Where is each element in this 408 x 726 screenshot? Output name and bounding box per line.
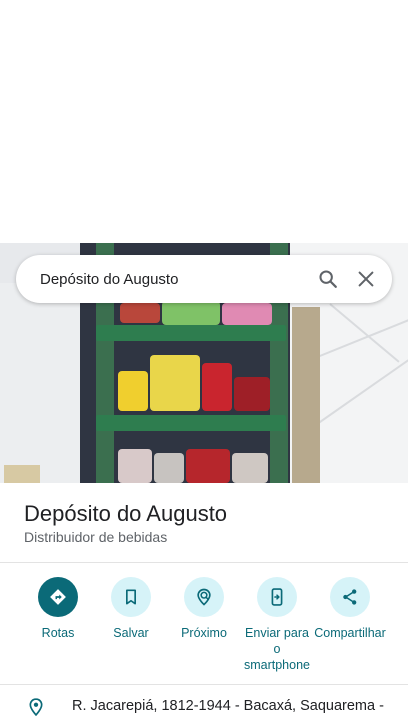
photo-shelf: [96, 415, 286, 431]
nearby-icon: [184, 577, 224, 617]
photo-product: [118, 371, 148, 411]
share-icon: [330, 577, 370, 617]
share-label: Compartilhar: [314, 626, 386, 640]
save-button[interactable]: Salvar: [94, 577, 168, 641]
photo-product: [186, 449, 230, 483]
send-to-phone-button[interactable]: Enviar para o smartphone: [240, 577, 314, 673]
save-label: Salvar: [113, 626, 149, 640]
search-icon[interactable]: [316, 267, 340, 291]
search-query-text[interactable]: Depósito do Augusto: [40, 271, 316, 288]
map-blank-area: [0, 0, 408, 243]
photo-product: [202, 363, 232, 411]
address-text: R. Jacarepiá, 1812-1944 - Bacaxá, Saquar…: [72, 698, 384, 714]
bookmark-icon: [111, 577, 151, 617]
address-row[interactable]: R. Jacarepiá, 1812-1944 - Bacaxá, Saquar…: [0, 688, 408, 726]
search-bar[interactable]: Depósito do Augusto: [16, 255, 392, 303]
photo-box: [292, 307, 320, 483]
photo-product: [162, 301, 220, 325]
nearby-button[interactable]: Próximo: [167, 577, 241, 641]
divider: [0, 684, 408, 685]
photo-product: [222, 303, 272, 325]
place-info-panel: Depósito do Augusto Distribuidor de bebi…: [0, 483, 408, 726]
photo-product: [154, 453, 184, 483]
nearby-label: Próximo: [181, 626, 227, 640]
share-button[interactable]: Compartilhar: [313, 577, 387, 641]
send-to-phone-icon: [257, 577, 297, 617]
photo-product: [150, 355, 200, 411]
directions-icon: [38, 577, 78, 617]
directions-button[interactable]: Rotas: [21, 577, 95, 641]
action-buttons-row: Rotas Salvar Próximo Enviar para o smart…: [0, 577, 408, 677]
photo-fridge: [0, 283, 82, 483]
divider: [0, 562, 408, 563]
place-category[interactable]: Distribuidor de bebidas: [24, 529, 167, 545]
close-icon[interactable]: [354, 267, 378, 291]
photo-product: [118, 449, 152, 483]
photo-product: [234, 377, 270, 411]
place-title: Depósito do Augusto: [24, 501, 228, 526]
photo-product: [232, 453, 268, 483]
location-pin-icon: [29, 698, 43, 717]
photo-shelf: [96, 325, 286, 341]
photo-product: [120, 303, 160, 323]
photo-fridge-base: [4, 465, 40, 483]
send-to-phone-label: Enviar para o smartphone: [243, 626, 310, 672]
directions-label: Rotas: [41, 626, 75, 640]
